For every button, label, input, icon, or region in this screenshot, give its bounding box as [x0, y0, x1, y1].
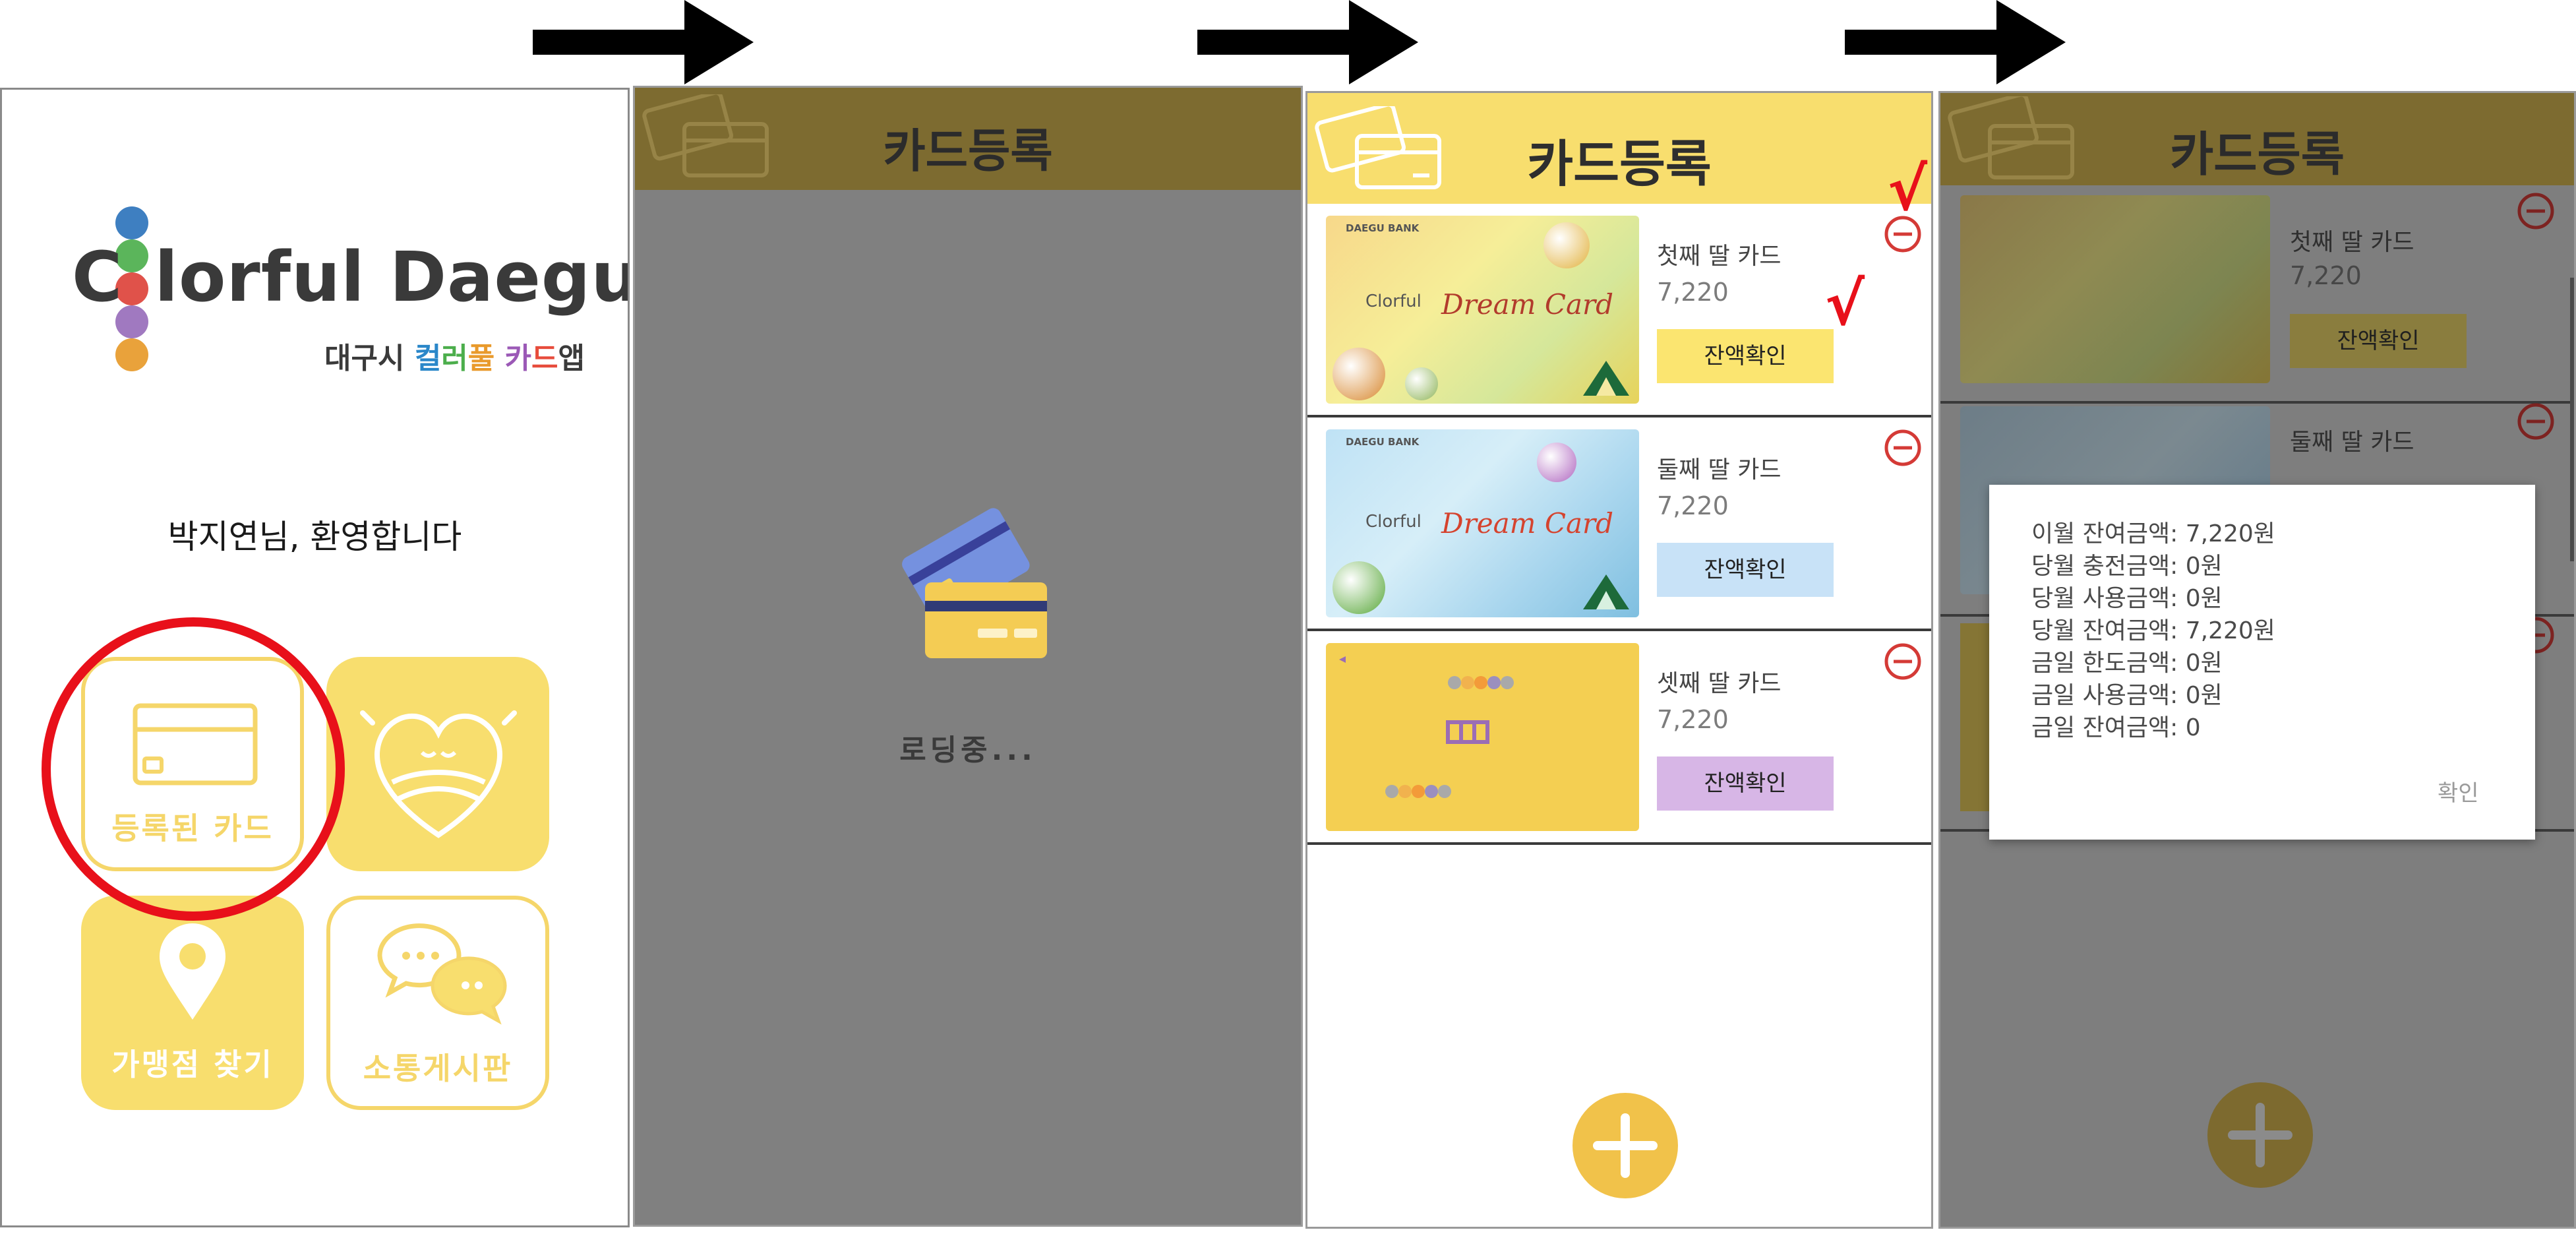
- add-card-button[interactable]: [2207, 1082, 2313, 1188]
- remove-card-icon[interactable]: [1884, 429, 1921, 466]
- logo-wordmark: Clorful Daegu: [72, 237, 630, 317]
- card-pattern-icon: [1339, 656, 1514, 798]
- annotation-checkmark: √: [1825, 270, 1865, 339]
- card-name: 둘째 딸 카드: [1657, 456, 1782, 483]
- flow-arrow-1: [533, 0, 754, 84]
- subtitle-char: 풀: [467, 342, 495, 375]
- bubble-decor: [1333, 561, 1385, 614]
- header-bar: 카드등록: [1307, 93, 1931, 204]
- remove-card-icon[interactable]: [2517, 193, 2554, 230]
- find-store-tile[interactable]: 가맹점 찾기: [81, 896, 304, 1110]
- card-image: [1326, 643, 1639, 831]
- bubble-decor: [1537, 443, 1576, 482]
- heart-hug-tile[interactable]: [326, 657, 549, 871]
- plus-icon: [2228, 1103, 2292, 1167]
- header-title: 카드등록: [2170, 127, 2345, 182]
- subtitle-char: 드: [531, 342, 558, 375]
- balance-details: 이월 잔여금액: 7,220원 당월 충전금액: 0원 당월 사용금액: 0원 …: [2031, 518, 2275, 744]
- card-brand: Clorful: [1365, 292, 1422, 311]
- community-label: 소통게시판: [363, 1051, 513, 1086]
- remove-card-icon[interactable]: [2517, 403, 2554, 440]
- header-title: 카드등록: [1527, 135, 1712, 193]
- heart-hug-icon: [360, 710, 517, 838]
- card-name: 둘째 딸 카드: [2290, 429, 2414, 456]
- chat-bubbles-icon: [377, 923, 507, 1025]
- card-balance: 7,220: [1657, 705, 1729, 734]
- subtitle-char: 러: [441, 342, 468, 375]
- balance-line: 이월 잔여금액: 7,220원: [2031, 520, 2275, 547]
- card-brand: Clorful: [1365, 512, 1422, 532]
- app-logo: Clorful Daegu 대구시 컬러풀 카드앱: [68, 205, 628, 377]
- card-name: 첫째 딸 카드: [2290, 229, 2414, 256]
- confirm-button[interactable]: 확인: [2438, 775, 2479, 807]
- balance-line: 당월 충전금액: 0원: [2031, 553, 2223, 580]
- card-image: DAEGU BANK Clorful Dream Card: [1326, 216, 1639, 404]
- card-row: 셋째 딸 카드 7,220 잔액확인: [1307, 631, 1931, 845]
- scrollbar[interactable]: [2570, 278, 2574, 561]
- logo-dot: [115, 206, 148, 239]
- subtitle-char: 컬: [414, 342, 442, 375]
- annotation-checkmark: √: [1888, 155, 1928, 224]
- card-image: [1960, 195, 2270, 383]
- bubble-decor: [1543, 222, 1590, 268]
- balance-dialog: 이월 잔여금액: 7,220원 당월 충전금액: 0원 당월 사용금액: 0원 …: [1989, 485, 2535, 840]
- balance-line: 당월 잔여금액: 7,220원: [2031, 617, 2275, 644]
- logo-dot: [115, 338, 148, 371]
- loading-card-icon: [902, 508, 1047, 658]
- card-list-screen: 카드등록 DAEGU BANK Clorful Dream Card 첫째 딸 …: [1305, 91, 1933, 1229]
- subtitle-prefix: 대구시: [324, 342, 405, 375]
- card-image: DAEGU BANK Clorful Dream Card: [1326, 429, 1639, 617]
- annotation-circle: [42, 617, 345, 921]
- balance-check-button[interactable]: 잔액확인: [1657, 329, 1834, 383]
- card-image-title: Dream Card: [1441, 507, 1613, 540]
- logo-letter-c: C: [72, 237, 123, 317]
- logo-subtitle: 대구시 컬러풀 카드앱: [324, 334, 585, 377]
- balance-line: 금일 사용금액: 0원: [2031, 682, 2223, 709]
- find-store-label: 가맹점 찾기: [111, 1047, 274, 1082]
- balance-line: 금일 잔여금액: 0: [2031, 714, 2201, 741]
- header-bar: 카드등록: [635, 88, 1301, 190]
- balance-line: 금일 한도금액: 0원: [2031, 650, 2223, 677]
- plus-icon: [1593, 1113, 1658, 1178]
- card-name: 첫째 딸 카드: [1657, 243, 1782, 270]
- loading-text: 로딩중...: [899, 733, 1036, 767]
- card-balance: 7,220: [2290, 261, 2362, 290]
- bank-logo-icon: [1583, 361, 1629, 396]
- subtitle-char: 카: [504, 342, 532, 375]
- logo-rest: lorful Daegu: [154, 237, 630, 317]
- bank-name: DAEGU BANK: [1346, 222, 1420, 234]
- subtitle-suffix: 앱: [558, 342, 585, 375]
- balance-check-button[interactable]: 잔액확인: [2290, 314, 2467, 368]
- card-row: 첫째 딸 카드 7,220 잔액확인: [1940, 189, 2574, 404]
- balance-popup-screen: 카드등록 첫째 딸 카드 7,220 잔액확인 둘째 딸 카드 이월 잔여금액:…: [1938, 91, 2576, 1229]
- card-image-title: Dream Card: [1441, 288, 1613, 321]
- balance-check-button[interactable]: 잔액확인: [1657, 756, 1834, 811]
- balance-check-button[interactable]: 잔액확인: [1657, 543, 1834, 597]
- header-title: 카드등록: [883, 124, 1053, 178]
- community-tile[interactable]: 소통게시판: [326, 896, 549, 1110]
- location-pin-icon: [160, 923, 225, 1020]
- remove-card-icon[interactable]: [1884, 643, 1921, 680]
- bank-name: DAEGU BANK: [1346, 436, 1420, 448]
- home-screen: Clorful Daegu 대구시 컬러풀 카드앱 박지연님, 환영합니다 등록…: [0, 88, 630, 1227]
- card-row: DAEGU BANK Clorful Dream Card 둘째 딸 카드 7,…: [1307, 417, 1931, 631]
- card-name: 셋째 딸 카드: [1657, 670, 1782, 697]
- bubble-decor: [1405, 367, 1438, 400]
- card-balance: 7,220: [1657, 491, 1729, 520]
- add-card-button[interactable]: [1573, 1093, 1678, 1198]
- bank-logo-icon: [1583, 574, 1629, 609]
- subtitle-colored: 컬러풀 카드: [415, 342, 558, 375]
- bubble-decor: [1333, 348, 1385, 400]
- welcome-text: 박지연님, 환영합니다: [167, 518, 462, 556]
- loading-screen: 카드등록 로딩중...: [633, 86, 1303, 1227]
- header-bar: 카드등록: [1940, 93, 2574, 185]
- card-balance: 7,220: [1657, 278, 1729, 307]
- flow-arrow-3: [1845, 0, 2066, 84]
- flow-arrow-2: [1197, 0, 1418, 84]
- balance-line: 당월 사용금액: 0원: [2031, 585, 2223, 612]
